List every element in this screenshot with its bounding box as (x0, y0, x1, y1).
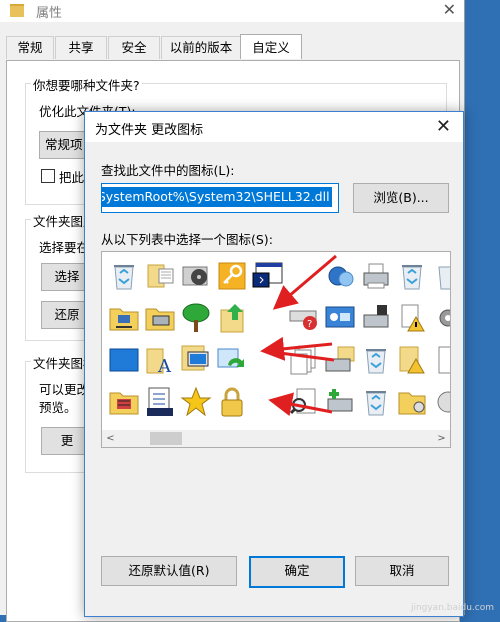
browse-button[interactable]: 浏览(B)... (353, 183, 449, 213)
folder-documents-icon[interactable] (142, 258, 178, 294)
tree-icon[interactable] (178, 300, 214, 336)
properties-titlebar: 属性 ✕ (0, 0, 464, 22)
document-icon[interactable] (430, 342, 450, 378)
subfolder-checkbox[interactable] (41, 169, 55, 183)
folder-network-icon[interactable] (106, 300, 142, 336)
tab-security[interactable]: 安全 (108, 36, 160, 59)
svg-text:A: A (157, 356, 172, 375)
dialog-title: 为文件夹 更改图标 (95, 123, 204, 138)
folder-warning-icon[interactable] (394, 342, 430, 378)
window-title: 属性 (36, 6, 63, 21)
tab-general[interactable]: 常规 (6, 36, 54, 59)
tab-previous-versions[interactable]: 以前的版本 (161, 36, 241, 59)
doc-warning-icon[interactable] (394, 300, 430, 336)
star-icon[interactable] (178, 384, 214, 420)
horizontal-scrollbar[interactable]: < > (102, 430, 450, 447)
tab-sharing[interactable]: 共享 (55, 36, 107, 59)
change-icon-description-2: 预览。 (39, 400, 77, 415)
folder-tools-icon[interactable] (106, 384, 142, 420)
change-icon-description-1: 可以更改 (39, 382, 90, 397)
folder-font-icon[interactable]: A (142, 342, 178, 378)
recycle-bin-full-icon[interactable] (430, 258, 450, 294)
choose-file-text: 选择要在 (39, 240, 90, 255)
icon-file-path-text: %SystemRoot%\System32\SHELL32.dll (102, 187, 332, 207)
find-icon-label: 查找此文件中的图标(L): (101, 163, 235, 178)
lock-icon[interactable] (214, 384, 250, 420)
restore-defaults-button[interactable]: 还原默认值(R) (101, 556, 237, 586)
recycle-bin-full-icon[interactable] (106, 258, 142, 294)
printer-disk-icon[interactable] (358, 300, 394, 336)
folder-type-group-title: 你想要哪种文件夹? (31, 75, 142, 94)
cd-icon[interactable] (430, 384, 450, 420)
recycle-bin-full-icon[interactable] (394, 258, 430, 294)
recycle-bin-full-icon[interactable] (358, 342, 394, 378)
recycle-bin-full-icon[interactable] (358, 384, 394, 420)
scrollbar-thumb[interactable] (150, 432, 182, 445)
change-icon-dialog: 为文件夹 更改图标 ✕ 查找此文件中的图标(L): %SystemRoot%\S… (84, 111, 464, 617)
scroll-right-icon[interactable]: > (433, 430, 450, 447)
dialog-titlebar: 为文件夹 更改图标 ✕ (85, 112, 463, 142)
checklist-icon[interactable] (142, 384, 178, 420)
close-icon[interactable]: ✕ (443, 0, 456, 19)
scroll-left-icon[interactable]: < (102, 430, 119, 447)
key-icon[interactable] (214, 258, 250, 294)
close-icon[interactable]: ✕ (436, 116, 451, 137)
tab-customize[interactable]: 自定义 (240, 34, 302, 59)
printer-icon[interactable] (358, 258, 394, 294)
ok-button[interactable]: 确定 (249, 556, 345, 588)
recycle-arrows-icon[interactable] (214, 342, 250, 378)
select-icon-label: 从以下列表中选择一个图标(S): (101, 232, 273, 247)
watermark: jingyan.baidu.com (410, 603, 494, 613)
icon-file-path-input[interactable]: %SystemRoot%\System32\SHELL32.dll (101, 183, 339, 213)
cancel-button[interactable]: 取消 (355, 556, 449, 586)
folder-icon (10, 4, 24, 17)
computer-folder-icon[interactable] (178, 342, 214, 378)
gear-icon[interactable] (430, 300, 450, 336)
folder-printer-icon[interactable] (142, 300, 178, 336)
folder-sound-icon[interactable] (394, 384, 430, 420)
folder-up-arrow-icon[interactable] (214, 300, 250, 336)
window-blue-icon[interactable] (106, 342, 142, 378)
drive-cd-icon[interactable] (178, 258, 214, 294)
icon-list[interactable]: ? A < > (101, 251, 451, 448)
annotation-arrows (260, 254, 337, 417)
